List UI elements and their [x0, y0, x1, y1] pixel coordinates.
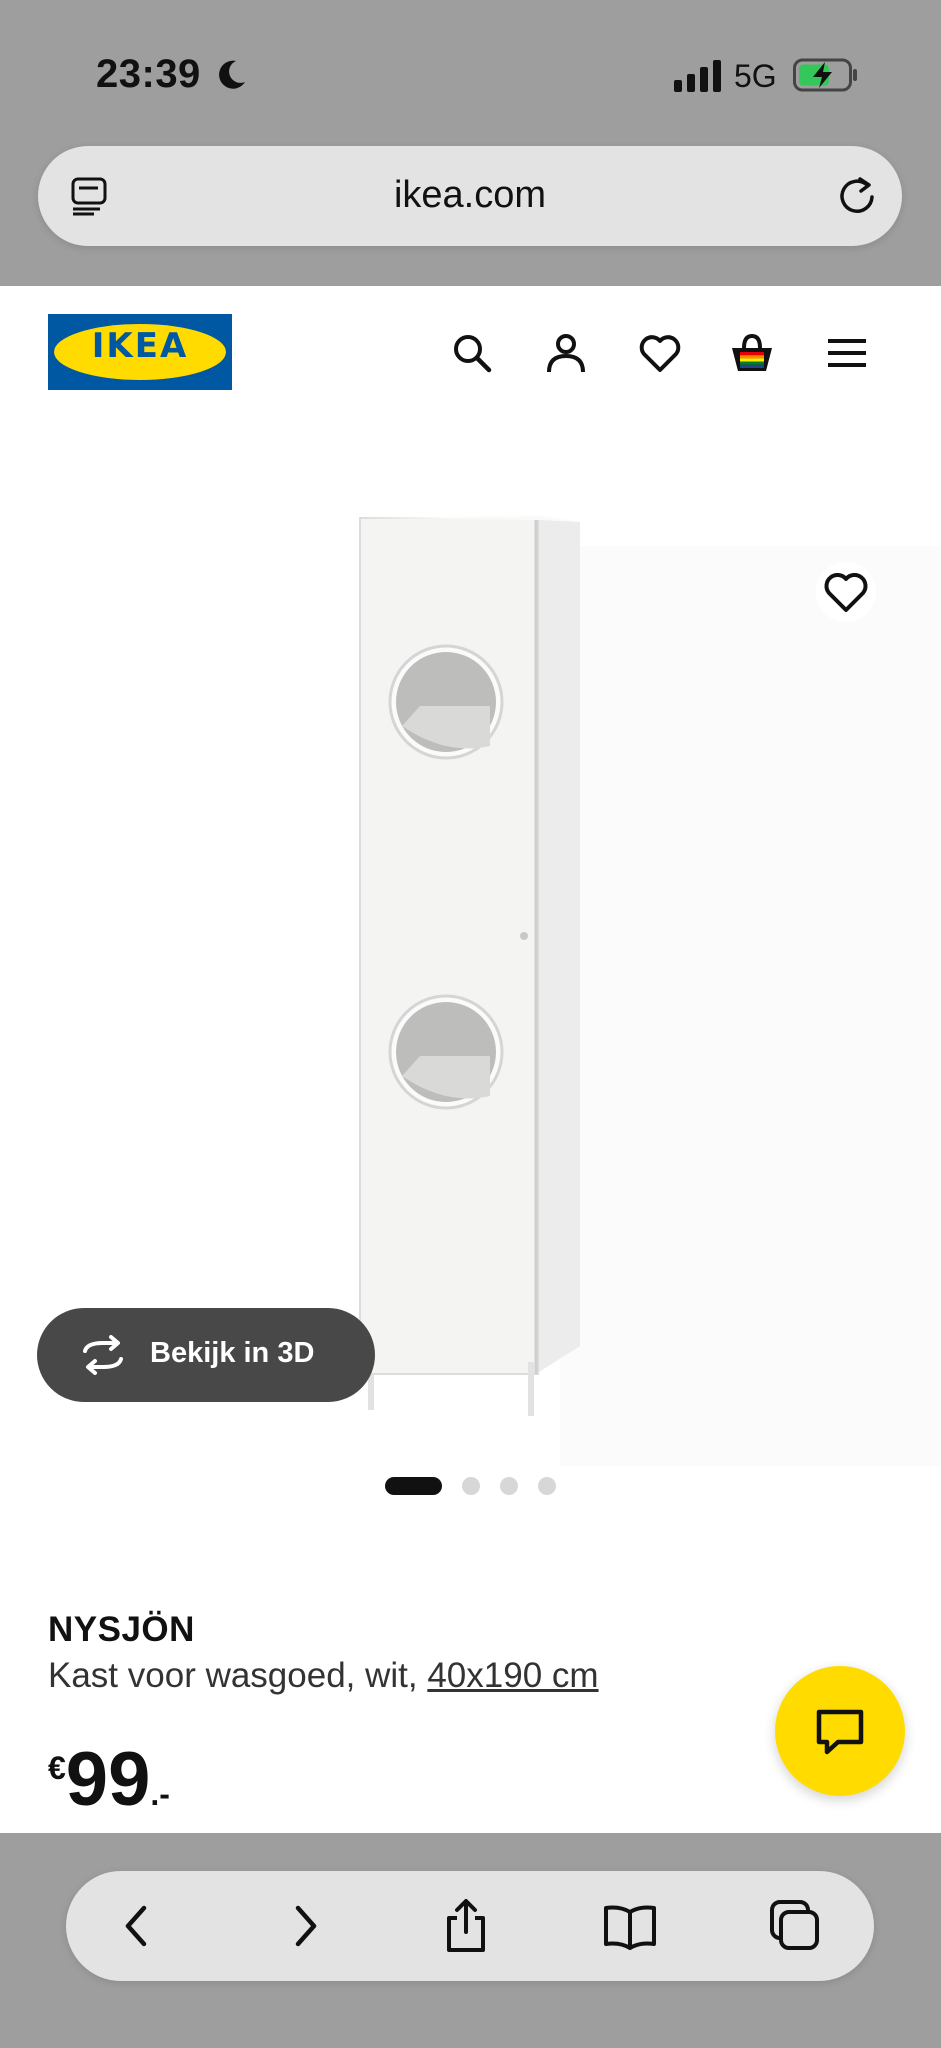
reload-icon[interactable]	[834, 173, 880, 219]
pagination-dot[interactable]	[500, 1477, 518, 1495]
price-integer: 99	[65, 1737, 151, 1822]
site-header: IKEA	[0, 286, 941, 416]
menu-icon[interactable]	[824, 330, 870, 376]
address-bar[interactable]: ikea.com	[38, 146, 902, 246]
chat-button[interactable]	[775, 1666, 905, 1796]
forward-icon[interactable]	[276, 1898, 332, 1954]
view-in-3d-button[interactable]: Bekijk in 3D	[37, 1308, 375, 1402]
product-gallery[interactable]: Bekijk in 3D	[0, 416, 941, 1496]
product-image	[359, 516, 580, 1416]
pagination-dot-active[interactable]	[385, 1477, 442, 1495]
search-icon[interactable]	[449, 330, 495, 376]
browser-bottom-chrome	[0, 1833, 941, 2048]
product-size-link[interactable]: 40x190 cm	[427, 1656, 598, 1695]
status-time: 23:39	[96, 52, 201, 96]
back-icon[interactable]	[110, 1898, 166, 1954]
moon-icon	[219, 60, 245, 89]
tabs-icon[interactable]	[766, 1898, 822, 1954]
product-description: Kast voor wasgoed, wit, 40x190 cm	[48, 1656, 599, 1696]
product-price: €99.-	[48, 1736, 170, 1823]
browser-top-chrome: 23:39 5G ikea.com	[0, 0, 941, 286]
price-decimal: .-	[150, 1776, 170, 1812]
image-backdrop	[560, 546, 941, 1466]
bookmarks-icon[interactable]	[602, 1898, 658, 1954]
rotate-3d-icon	[83, 1335, 123, 1375]
product-description-text: Kast voor wasgoed, wit,	[48, 1656, 428, 1695]
view-in-3d-label: Bekijk in 3D	[150, 1337, 315, 1369]
heart-icon[interactable]	[637, 330, 683, 376]
gallery-pagination[interactable]	[385, 1476, 556, 1496]
pagination-dot[interactable]	[538, 1477, 556, 1495]
browser-toolbar	[66, 1871, 874, 1981]
url-text[interactable]: ikea.com	[38, 174, 902, 217]
add-to-wishlist-icon[interactable]	[816, 562, 876, 622]
logo-text: IKEA	[91, 326, 189, 366]
battery-charging-icon	[793, 58, 857, 92]
pagination-dot[interactable]	[462, 1477, 480, 1495]
signal-icon	[674, 60, 721, 92]
chat-icon	[816, 1709, 864, 1755]
shopping-bag-icon[interactable]	[729, 330, 775, 376]
share-icon[interactable]	[438, 1898, 494, 1954]
product-name: NYSJÖN	[48, 1610, 195, 1649]
ikea-logo[interactable]: IKEA	[48, 314, 232, 390]
account-icon[interactable]	[543, 330, 589, 376]
price-currency: €	[48, 1750, 66, 1786]
network-type: 5G	[734, 58, 777, 94]
